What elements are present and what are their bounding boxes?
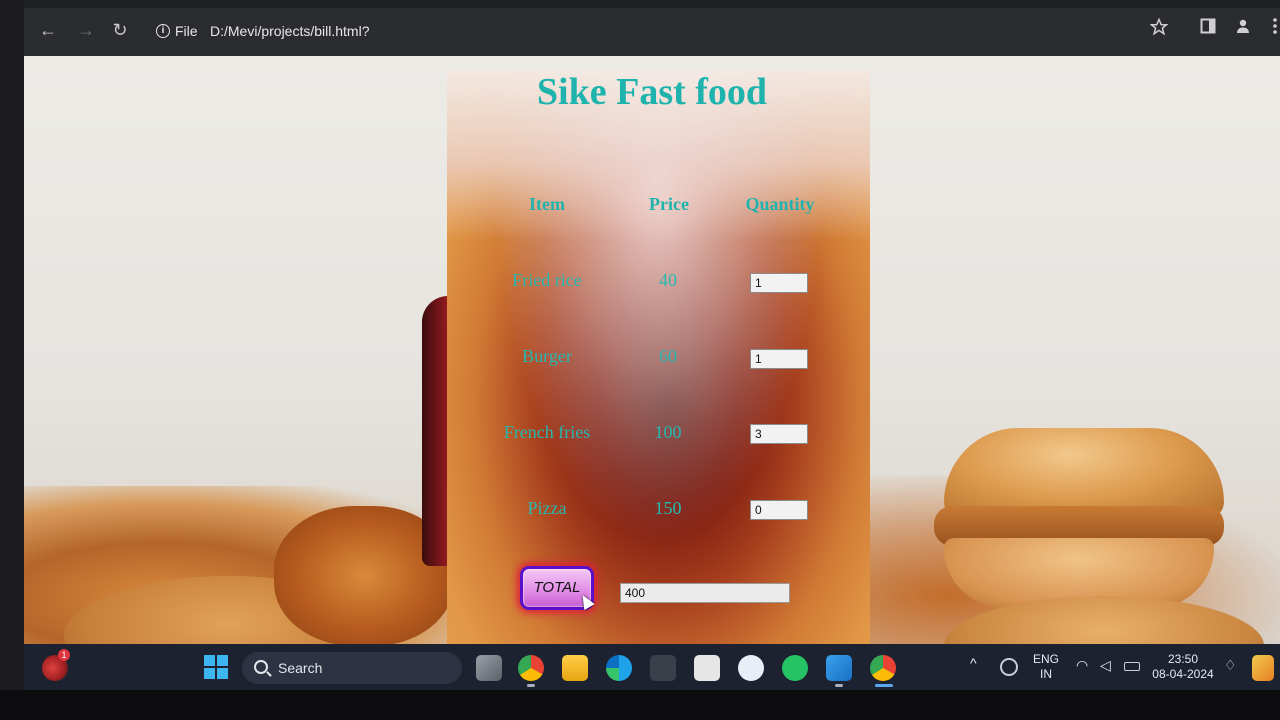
clock-time: 23:50 — [1167, 652, 1199, 666]
search-icon — [254, 660, 268, 674]
chrome-icon[interactable] — [518, 655, 544, 681]
column-header-quantity: Quantity — [745, 194, 815, 214]
nfs-game-icon[interactable] — [694, 655, 720, 681]
item-name: French fries — [503, 422, 591, 442]
quantity-input-burger[interactable] — [750, 349, 808, 369]
url-text: D:/Mevi/projects/bill.html? — [210, 23, 370, 39]
clock-date: 08-04-2024 — [1152, 667, 1214, 681]
notification-bell-icon[interactable]: ♢ — [1224, 658, 1237, 673]
search-label: Search — [278, 660, 323, 676]
battery-icon[interactable] — [1124, 662, 1140, 671]
address-bar[interactable]: i File D:/Mevi/projects/bill.html? — [150, 16, 1050, 46]
edge-icon[interactable] — [606, 655, 632, 681]
side-panel-button[interactable] — [1197, 18, 1219, 40]
item-name: Pizza — [527, 498, 567, 518]
monitor-bezel-bottom — [0, 690, 1280, 720]
profile-button[interactable] — [1232, 18, 1254, 40]
back-button[interactable]: ← — [36, 18, 60, 42]
chevron-up-icon[interactable]: ^ — [970, 656, 977, 671]
web-page: Sike Fast food Item Price Quantity Fried… — [24, 56, 1280, 644]
page-title: Sike Fast food — [536, 71, 768, 113]
reload-button[interactable]: ↻ — [108, 18, 132, 42]
bookmark-star-button[interactable] — [1148, 17, 1170, 40]
volume-icon[interactable]: ◁ — [1100, 658, 1111, 673]
reload-icon: ↻ — [112, 20, 128, 40]
person-icon — [1237, 19, 1249, 33]
taskbar-search[interactable]: Search — [242, 652, 462, 684]
chrome-active-icon[interactable] — [870, 655, 896, 681]
arrow-left-icon: ← — [39, 20, 57, 40]
browser-toolbar: ← → ↻ i File D:/Mevi/projects/bill.html? — [24, 0, 1280, 56]
kebab-menu-icon — [1273, 18, 1277, 34]
arrow-right-icon: → — [77, 20, 95, 40]
item-name: Burger — [522, 346, 572, 366]
item-name: Fried rice — [512, 270, 582, 290]
quantity-input-pizza[interactable] — [750, 500, 808, 520]
game-app-icon[interactable] — [650, 655, 676, 681]
wifi-icon[interactable]: ◠ — [1076, 658, 1088, 673]
column-header-item: Item — [529, 194, 565, 214]
language-indicator[interactable]: ENG IN — [1028, 652, 1064, 682]
item-price: 60 — [659, 346, 677, 366]
background-burger-image — [934, 428, 1234, 618]
side-panel-icon — [1200, 18, 1216, 34]
column-header-price: Price — [649, 194, 689, 214]
item-price: 150 — [654, 498, 682, 518]
copilot-icon[interactable] — [1252, 655, 1274, 681]
star-icon — [1149, 17, 1169, 36]
task-view-icon[interactable] — [476, 655, 502, 681]
windows-logo-icon — [204, 655, 228, 679]
whatsapp-icon[interactable] — [782, 655, 808, 681]
tab-strip — [24, 0, 1280, 8]
monitor-bezel — [0, 0, 24, 720]
menu-button[interactable] — [1264, 18, 1280, 40]
language-code: ENG — [1032, 652, 1059, 666]
region-code: IN — [1040, 667, 1052, 681]
vscode-icon[interactable] — [826, 655, 852, 681]
forward-button[interactable]: → — [74, 18, 98, 42]
app-icon[interactable] — [738, 655, 764, 681]
total-output-field[interactable] — [620, 583, 790, 603]
quantity-input-fried-rice[interactable] — [750, 273, 808, 293]
notification-badge: 1 — [58, 649, 70, 661]
quantity-input-french-fries[interactable] — [750, 424, 808, 444]
taskbar: 1 Search ^ ENG IN ◠ ◁ 23:50 08-04-2024 ♢ — [24, 644, 1280, 690]
sync-icon[interactable] — [1000, 658, 1018, 676]
site-info-button[interactable]: i File — [156, 16, 198, 46]
clock[interactable]: 23:50 08-04-2024 — [1148, 652, 1218, 682]
info-icon: i — [156, 24, 170, 38]
item-price: 100 — [654, 422, 682, 442]
start-button[interactable] — [204, 655, 228, 679]
item-price: 40 — [659, 270, 677, 290]
file-explorer-icon[interactable] — [562, 655, 588, 681]
site-info-label: File — [175, 23, 198, 39]
